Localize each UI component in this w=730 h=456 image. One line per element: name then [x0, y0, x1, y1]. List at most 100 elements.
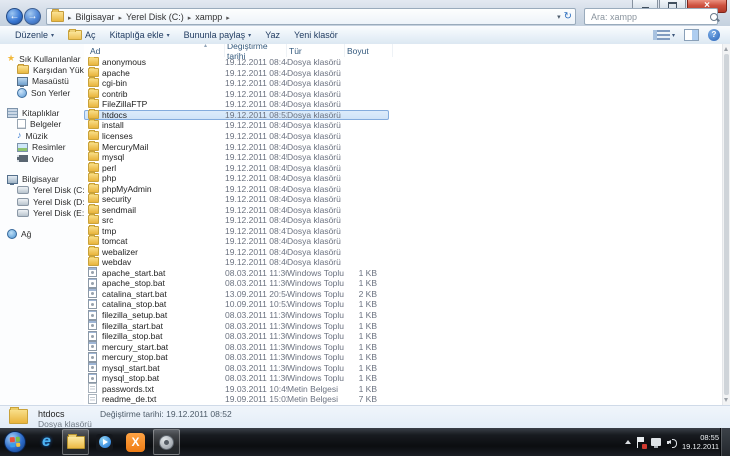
toolbar-button-yaz[interactable]: Yaz: [258, 28, 287, 42]
breadcrumb-item[interactable]: xampp: [192, 12, 225, 22]
column-header-boyut[interactable]: Boyut: [345, 44, 393, 57]
change-view-button[interactable]: ▾: [653, 30, 675, 40]
file-row[interactable]: mysql_stop.bat08.03.2011 11:36Windows To…: [84, 373, 389, 384]
help-icon: ?: [712, 30, 717, 39]
file-row[interactable]: htdocs19.12.2011 08:52Dosya klasörü: [84, 110, 389, 121]
file-row[interactable]: webalizer19.12.2011 08:46Dosya klasörü: [84, 247, 389, 258]
folder-icon: [88, 236, 99, 245]
sidebar-group-sık-kullanılanlar[interactable]: ★Sık Kullanılanlar: [0, 53, 84, 64]
file-row[interactable]: sendmail19.12.2011 08:46Dosya klasörü: [84, 204, 389, 215]
search-box[interactable]: [584, 8, 718, 25]
sidebar-item-video[interactable]: Video: [0, 153, 84, 165]
taskbar-clock[interactable]: 08:55 19.12.2011: [682, 433, 719, 451]
file-name: tmp: [100, 226, 225, 236]
search-input[interactable]: [589, 11, 710, 23]
taskbar-button-xampp-control-panel[interactable]: [153, 429, 180, 455]
file-row[interactable]: cgi-bin19.12.2011 08:46Dosya klasörü: [84, 78, 389, 89]
file-type: Dosya klasörü: [287, 142, 345, 152]
sidebar-item-belgeler[interactable]: Belgeler: [0, 119, 84, 131]
sidebar-item-resimler[interactable]: Resimler: [0, 142, 84, 154]
file-row[interactable]: security19.12.2011 08:46Dosya klasörü: [84, 194, 389, 205]
column-header-değiştirme-tarihi[interactable]: Değiştirme tarihi: [225, 44, 287, 57]
file-name: apache_start.bat: [100, 268, 225, 278]
help-button[interactable]: ?: [708, 29, 720, 41]
toolbar-button-yeni-klas-r[interactable]: Yeni klasör: [287, 28, 345, 42]
toolbar-button-d-zenle[interactable]: Düzenle▾: [8, 28, 61, 42]
folder-icon: [88, 163, 99, 172]
vertical-scrollbar[interactable]: [722, 44, 730, 405]
file-modified-date: 19.12.2011 08:44: [225, 68, 287, 78]
file-row[interactable]: perl19.12.2011 08:45Dosya klasörü: [84, 162, 389, 173]
breadcrumb-item[interactable]: Bilgisayar: [73, 12, 118, 22]
file-size: 1 KB: [345, 268, 389, 278]
file-row[interactable]: mysql_start.bat08.03.2011 11:36Windows T…: [84, 362, 389, 373]
action-center-icon[interactable]: [637, 437, 645, 448]
file-row[interactable]: FileZillaFTP19.12.2011 08:46Dosya klasör…: [84, 99, 389, 110]
file-row[interactable]: apache19.12.2011 08:44Dosya klasörü: [84, 68, 389, 79]
file-name: php: [100, 173, 225, 183]
refresh-icon[interactable]: ↻: [564, 12, 572, 22]
file-row[interactable]: phpMyAdmin19.12.2011 08:46Dosya klasörü: [84, 183, 389, 194]
file-row[interactable]: filezilla_stop.bat08.03.2011 11:36Window…: [84, 331, 389, 342]
sidebar-item-masaüstü[interactable]: Masaüstü: [0, 76, 84, 88]
file-row[interactable]: passwords.txt19.03.2011 10:49Metin Belge…: [84, 383, 389, 394]
volume-icon[interactable]: [667, 438, 676, 447]
toolbar-button-a-[interactable]: Aç: [61, 28, 103, 42]
file-size: 1 KB: [345, 299, 389, 309]
sidebar-group-bilgisayar[interactable]: Bilgisayar: [0, 174, 84, 185]
sidebar-item-son-yerler[interactable]: Son Yerler: [0, 87, 84, 99]
file-row[interactable]: filezilla_setup.bat08.03.2011 11:36Windo…: [84, 310, 389, 321]
taskbar-button-windows-explorer[interactable]: [62, 429, 89, 455]
sidebar-group-kitaplıklar[interactable]: Kitaplıklar: [0, 108, 84, 119]
start-button[interactable]: [4, 431, 26, 453]
show-desktop-button[interactable]: [720, 428, 730, 456]
taskbar-button-xampp[interactable]: X: [122, 429, 149, 455]
file-row[interactable]: filezilla_start.bat08.03.2011 11:36Windo…: [84, 320, 389, 331]
file-type: Dosya klasörü: [287, 152, 345, 162]
file-row[interactable]: mercury_start.bat08.03.2011 11:36Windows…: [84, 341, 389, 352]
file-row[interactable]: anonymous19.12.2011 08:44Dosya klasörü: [84, 57, 389, 68]
file-modified-date: 08.03.2011 11:36: [225, 321, 287, 331]
address-bar[interactable]: ▸Bilgisayar▸Yerel Disk (C:)▸xampp▸ ▾ ↻: [46, 8, 576, 25]
file-row[interactable]: catalina_stop.bat10.09.2011 10:52Windows…: [84, 299, 389, 310]
taskbar-button-internet-explorer[interactable]: e: [33, 429, 60, 455]
taskbar-button-media-player[interactable]: [91, 429, 118, 455]
breadcrumb-item[interactable]: Yerel Disk (C:): [123, 12, 187, 22]
file-row[interactable]: mercury_stop.bat08.03.2011 11:36Windows …: [84, 352, 389, 363]
file-row[interactable]: src19.12.2011 08:46Dosya klasörü: [84, 215, 389, 226]
toolbar-button-bununla-payla-[interactable]: Bununla paylaş▾: [177, 28, 259, 42]
bat-file-icon: [88, 352, 97, 362]
column-header-tür[interactable]: Tür: [287, 44, 345, 57]
file-row[interactable]: mysql19.12.2011 08:45Dosya klasörü: [84, 152, 389, 163]
file-row[interactable]: tmp19.12.2011 08:47Dosya klasörü: [84, 226, 389, 237]
toolbar-button-kitapl-a-ekle[interactable]: Kitaplığa ekle▾: [103, 28, 177, 42]
sidebar-group-label: Sık Kullanılanlar: [19, 54, 80, 64]
scroll-down-icon[interactable]: [724, 398, 728, 402]
sidebar-item-karşıdan-yüklemeler[interactable]: Karşıdan Yüklemeler: [0, 64, 84, 76]
back-button[interactable]: ←: [6, 8, 23, 25]
sidebar-item-yerel-disk-d-[interactable]: Yerel Disk (D:): [0, 196, 84, 208]
sidebar-item-yerel-disk-e-[interactable]: Yerel Disk (E:): [0, 208, 84, 220]
file-row[interactable]: webdav19.12.2011 08:46Dosya klasörü: [84, 257, 389, 268]
file-row[interactable]: apache_start.bat08.03.2011 11:36Windows …: [84, 268, 389, 279]
file-row[interactable]: apache_stop.bat08.03.2011 11:36Windows T…: [84, 278, 389, 289]
file-modified-date: 08.03.2011 11:36: [225, 342, 287, 352]
sidebar-group-ağ[interactable]: Ağ: [0, 228, 84, 239]
sidebar-item-yerel-disk-c-[interactable]: Yerel Disk (C:): [0, 185, 84, 197]
show-hidden-icons-button[interactable]: [625, 440, 631, 444]
forward-button[interactable]: →: [24, 8, 41, 25]
address-history-dropdown-icon[interactable]: ▾: [557, 13, 561, 21]
scrollbar-thumb[interactable]: [724, 54, 729, 395]
file-row[interactable]: catalina_start.bat13.09.2011 20:54Window…: [84, 289, 389, 300]
preview-pane-button[interactable]: [684, 29, 699, 41]
file-row[interactable]: readme_de.txt19.09.2011 15:02Metin Belge…: [84, 394, 389, 405]
file-row[interactable]: install19.12.2011 08:46Dosya klasörü: [84, 120, 389, 131]
file-row[interactable]: php19.12.2011 08:46Dosya klasörü: [84, 173, 389, 184]
file-row[interactable]: MercuryMail19.12.2011 08:46Dosya klasörü: [84, 141, 389, 152]
file-row[interactable]: contrib19.12.2011 08:44Dosya klasörü: [84, 89, 389, 100]
scroll-up-icon[interactable]: [724, 47, 728, 51]
file-row[interactable]: tomcat19.12.2011 08:46Dosya klasörü: [84, 236, 389, 247]
sidebar-item-müzik[interactable]: ♪Müzik: [0, 130, 84, 142]
network-status-icon[interactable]: [651, 438, 661, 446]
file-row[interactable]: licenses19.12.2011 08:44Dosya klasörü: [84, 131, 389, 142]
